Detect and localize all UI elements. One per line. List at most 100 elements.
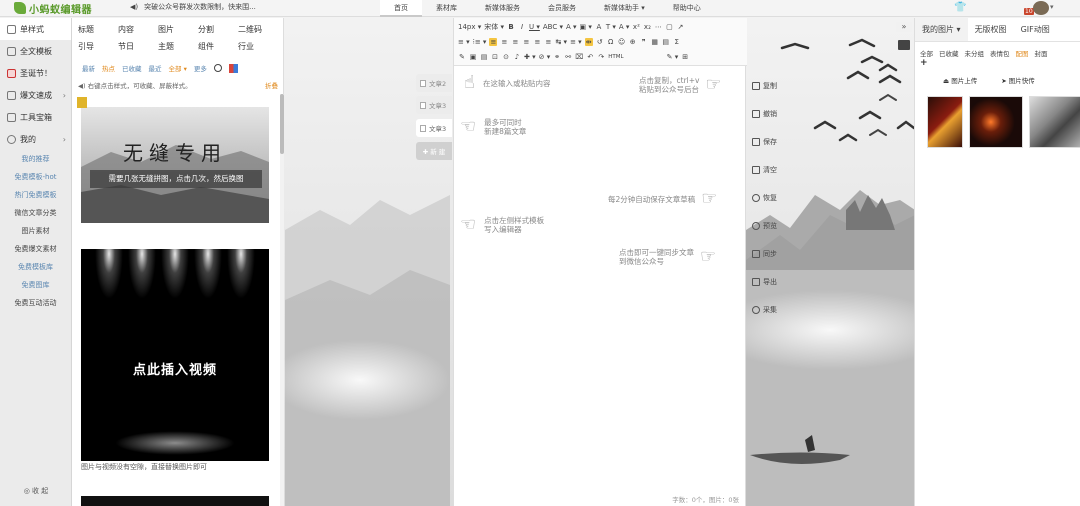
seamless-style-card[interactable]: 无缝专用 需要几张无缝拼图，点击几次，然后换图 — [81, 107, 269, 223]
justify-button[interactable]: ≡ — [522, 38, 530, 46]
paragraph-spacing-select[interactable]: ≡ ▾ — [570, 38, 582, 46]
next-style-card[interactable] — [81, 496, 269, 506]
search-icon[interactable] — [213, 64, 222, 72]
font-family-select[interactable]: 宋体 ▾ — [484, 22, 504, 32]
sidebar-sub-free-template-hot[interactable]: 免费模板-hot — [0, 168, 71, 186]
subtab-covers[interactable]: 封面 — [1035, 48, 1048, 58]
undo-action-button[interactable]: 撤销 — [747, 100, 787, 128]
copy-button[interactable]: 复制 — [747, 72, 787, 100]
letter-spacing-select[interactable]: ↹ ▾ — [555, 38, 567, 46]
background-color-button[interactable]: ▣ ▾ — [580, 23, 592, 31]
special-char-button[interactable]: Ω — [607, 38, 615, 46]
edit-select[interactable]: ✎ ▾ — [667, 53, 679, 61]
italic-button[interactable]: I — [518, 23, 526, 31]
filter-more[interactable]: 更多 — [194, 63, 207, 73]
font-color-button[interactable]: A ▾ — [566, 23, 577, 31]
text-style-button[interactable]: T ▾ — [606, 23, 616, 31]
tab-my-images[interactable]: 我的图片 ▾ — [915, 18, 968, 41]
subtab-favorited[interactable]: 已收藏 — [939, 48, 959, 58]
format-brush-button[interactable]: ⇹ — [584, 38, 593, 46]
fold-button[interactable]: 折叠 — [265, 80, 278, 90]
link-button[interactable]: ⚭ — [553, 53, 561, 61]
underline-button[interactable]: U ▾ — [529, 23, 540, 31]
tab-copyright-free[interactable]: 无版权图 — [968, 18, 1014, 41]
sidebar-item-viral-article[interactable]: 爆文速成 › — [0, 84, 71, 106]
subtab-all[interactable]: 全部 — [920, 48, 933, 58]
subscript-button[interactable]: x₂ — [643, 23, 651, 31]
table-button[interactable]: ▦ — [651, 38, 659, 46]
clear-button[interactable]: ⌧ — [575, 53, 583, 61]
unlink-button[interactable]: ⚯ — [564, 53, 572, 61]
sidebar-item-single-style[interactable]: 单样式 — [0, 18, 71, 40]
letter-case-button[interactable]: A ▾ — [619, 23, 630, 31]
favorite-heart-icon[interactable] — [77, 97, 87, 108]
subtab-ungrouped[interactable]: 未分组 — [965, 48, 985, 58]
upload-image-button[interactable]: ⏏ 图片上传 — [943, 75, 977, 85]
bold-button[interactable]: B — [507, 23, 515, 31]
image-thumbnail[interactable] — [1029, 96, 1080, 148]
collapse-sidebar-button[interactable]: ◎ 收 起 — [0, 486, 72, 496]
category-guide[interactable]: 引导 — [78, 41, 118, 52]
strikethrough-button[interactable]: ABC ▾ — [543, 23, 563, 31]
music-button[interactable]: ♪ — [513, 53, 521, 61]
open-external-button[interactable]: ↗ — [676, 23, 684, 31]
expand-panel-button[interactable]: » — [896, 22, 912, 32]
sidebar-item-mine[interactable]: 我的 › — [0, 128, 71, 150]
avatar[interactable] — [1033, 1, 1049, 15]
pen-icon[interactable] — [898, 40, 910, 50]
pencil-button[interactable]: ✎ — [458, 53, 466, 61]
align-left-button[interactable]: ≡ — [489, 38, 498, 46]
align-right-button[interactable]: ≡ — [511, 38, 519, 46]
undo-format-button[interactable]: ↺ — [596, 38, 604, 46]
new-document-button[interactable]: ✚ 新 建 — [416, 142, 452, 160]
sidebar-sub-free-interactive[interactable]: 免费互动活动 — [0, 294, 71, 312]
category-industry[interactable]: 行业 — [238, 41, 278, 52]
filter-recent[interactable]: 最近 — [149, 63, 162, 73]
app-logo[interactable]: 小蚂蚁编辑器 — [14, 1, 92, 16]
sidebar-sub-free-gallery[interactable]: 免费图库 — [0, 276, 71, 294]
category-image[interactable]: 图片 — [158, 24, 198, 35]
eraser-select[interactable]: ⊘ ▾ — [539, 53, 551, 61]
clear-format-button[interactable]: A — [595, 23, 603, 31]
nav-home[interactable]: 首页 — [380, 0, 422, 17]
doc-tab-2[interactable]: 文章2 — [416, 74, 452, 92]
more-button[interactable]: ⋯ — [654, 23, 662, 31]
video-style-card[interactable]: 点此插入视频 — [81, 249, 269, 461]
preview-button[interactable]: 预览 — [747, 212, 787, 240]
export-button[interactable]: 导出 — [747, 268, 787, 296]
frame-button[interactable]: ▢ — [665, 23, 673, 31]
sync-button[interactable]: 同步 — [747, 240, 787, 268]
list-select[interactable]: ⁝≡ ▾ — [473, 38, 487, 46]
category-holiday[interactable]: 节日 — [118, 41, 158, 52]
video-button[interactable]: ⊡ — [491, 53, 499, 61]
filter-latest[interactable]: 最新 — [82, 63, 95, 73]
image-thumbnail[interactable] — [969, 96, 1023, 148]
insert-select[interactable]: ✚ ▾ — [524, 53, 536, 61]
sidebar-sub-free-viral-material[interactable]: 免费爆文素材 — [0, 240, 71, 258]
tab-gif[interactable]: GIF动图 — [1014, 18, 1057, 41]
filter-all-dropdown[interactable]: 全部 ▾ — [169, 63, 187, 73]
image-button[interactable]: ▣ — [469, 53, 477, 61]
clear-all-button[interactable]: 清空 — [747, 156, 787, 184]
sidebar-sub-image-material[interactable]: 图片素材 — [0, 222, 71, 240]
category-divider[interactable]: 分割 — [198, 24, 238, 35]
multi-image-button[interactable]: ▤ — [480, 53, 488, 61]
announcement[interactable]: ◀) 突破公众号群发次数限制，快来围... — [130, 2, 256, 12]
undo-button[interactable]: ↶ — [586, 53, 594, 61]
fullscreen-button[interactable]: ⊞ — [681, 53, 689, 61]
outdent-button[interactable]: ≡ — [544, 38, 552, 46]
nav-help-center[interactable]: 帮助中心 — [659, 0, 715, 17]
font-size-select[interactable]: 14px ▾ — [458, 23, 481, 31]
color-cube-icon[interactable] — [228, 63, 238, 73]
category-content[interactable]: 内容 — [118, 24, 158, 35]
layout-button[interactable]: ▤ — [662, 38, 670, 46]
sidebar-item-full-template[interactable]: 全文模板 — [0, 40, 71, 62]
restore-button[interactable]: 恢复 — [747, 184, 787, 212]
chevron-down-icon[interactable]: ▾ — [1050, 3, 1054, 11]
camera-button[interactable]: ⊙ — [502, 53, 510, 61]
collect-button[interactable]: 采集 — [747, 296, 787, 324]
redo-button[interactable]: ↷ — [597, 53, 605, 61]
style-panel-scrollbar[interactable] — [280, 94, 284, 506]
quote-button[interactable]: ❞ — [640, 38, 648, 46]
sidebar-sub-free-template-library[interactable]: 免费模板库 — [0, 258, 71, 276]
